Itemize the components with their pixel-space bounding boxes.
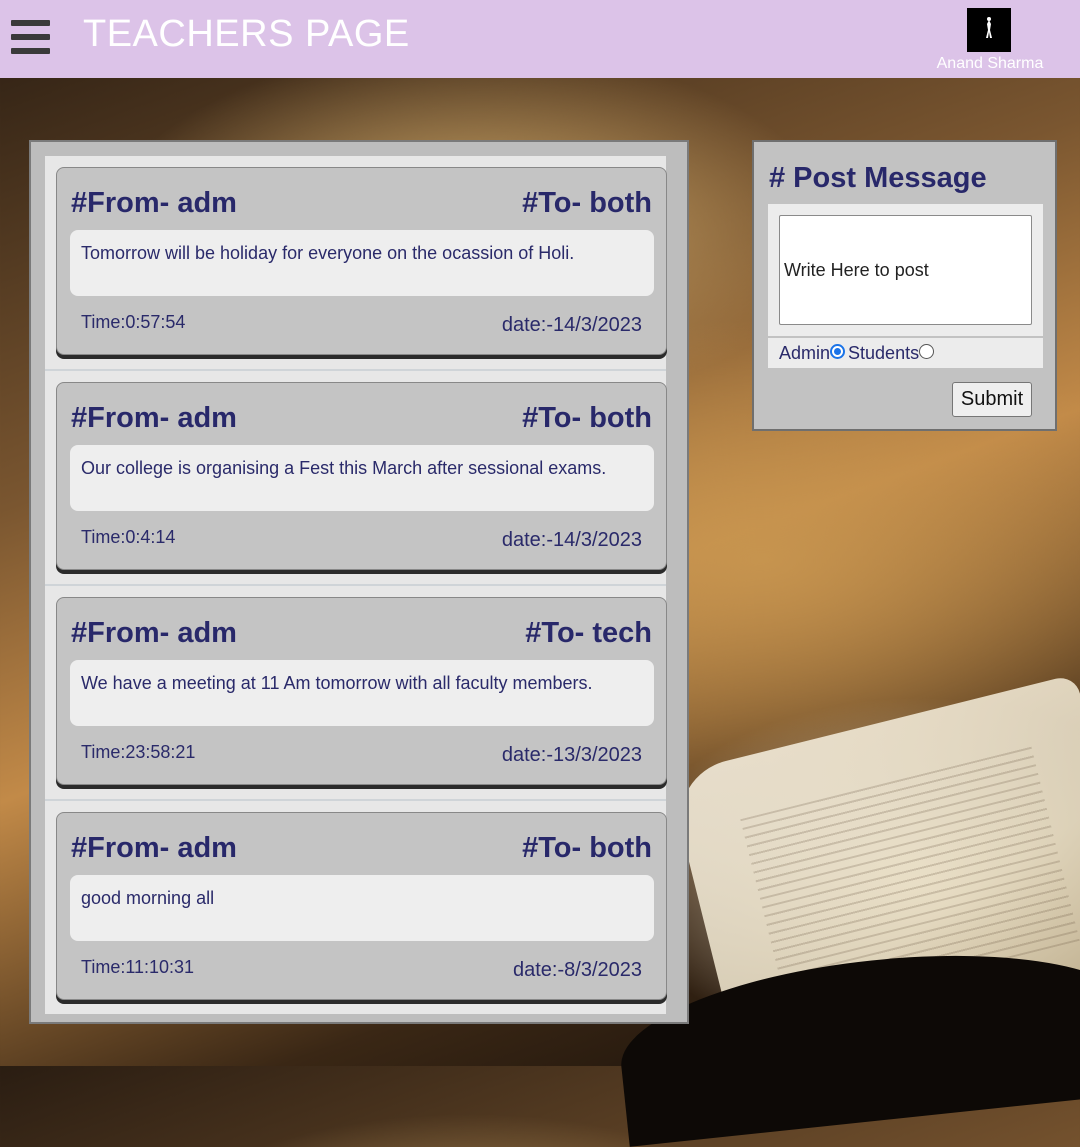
admin-radio[interactable] <box>830 343 846 359</box>
post-message-panel: # Post Message Write Here to post Admin … <box>752 140 1057 431</box>
message-card: #From- adm #To- both good morning all Ti… <box>56 812 667 1000</box>
radio-label-admin: Admin <box>779 342 831 363</box>
message-from: #From- adm <box>71 617 237 649</box>
user-name: Anand Sharma <box>936 55 1044 72</box>
message-from: #From- adm <box>71 832 237 864</box>
message-body: Our college is organising a Fest this Ma… <box>70 445 654 511</box>
post-input-container: Write Here to post <box>768 204 1043 336</box>
hamburger-menu-icon[interactable] <box>11 20 50 54</box>
submit-button[interactable]: Submit <box>952 382 1032 417</box>
list-item: #From- adm #To- both Tomorrow will be ho… <box>45 156 667 371</box>
message-card: #From- adm #To- tech We have a meeting a… <box>56 597 667 785</box>
message-date: date:-14/3/2023 <box>501 314 642 336</box>
message-time: Time:0:4:14 <box>81 527 176 547</box>
students-radio[interactable] <box>919 343 935 359</box>
radio-label-students: Students <box>848 342 920 363</box>
message-feed: #From- adm #To- both Tomorrow will be ho… <box>29 140 689 1024</box>
message-from: #From- adm <box>71 402 237 434</box>
post-panel-title: # Post Message <box>769 162 987 194</box>
message-to: #To- both <box>522 402 652 434</box>
list-item: #From- adm #To- tech We have a meeting a… <box>45 586 667 801</box>
list-item: #From- adm #To- both Our college is orga… <box>45 371 667 586</box>
message-list[interactable]: #From- adm #To- both Tomorrow will be ho… <box>45 156 667 1016</box>
message-to: #To- both <box>522 187 652 219</box>
message-date: date:-13/3/2023 <box>501 744 642 766</box>
list-item: #From- adm #To- both good morning all Ti… <box>45 801 667 1016</box>
message-from: #From- adm <box>71 187 237 219</box>
message-body: good morning all <box>70 875 654 941</box>
message-card: #From- adm #To- both Tomorrow will be ho… <box>56 167 667 355</box>
page-title: TEACHERS PAGE <box>83 13 410 55</box>
message-body: We have a meeting at 11 Am tomorrow with… <box>70 660 654 726</box>
message-body: Tomorrow will be holiday for everyone on… <box>70 230 654 296</box>
message-time: Time:11:10:31 <box>81 957 195 977</box>
message-date: date:-14/3/2023 <box>501 529 642 551</box>
message-card: #From- adm #To- both Our college is orga… <box>56 382 667 570</box>
user-avatar-icon[interactable] <box>967 8 1011 52</box>
post-message-input[interactable]: Write Here to post <box>779 215 1032 325</box>
top-bar: TEACHERS PAGE Anand Sharma <box>0 0 1080 78</box>
recipient-options: Admin Students <box>768 338 1043 368</box>
message-date: date:-8/3/2023 <box>513 959 642 981</box>
message-time: Time:0:57:54 <box>81 312 186 332</box>
message-to: #To- tech <box>525 617 652 649</box>
message-time: Time:23:58:21 <box>81 742 196 762</box>
message-to: #To- both <box>522 832 652 864</box>
